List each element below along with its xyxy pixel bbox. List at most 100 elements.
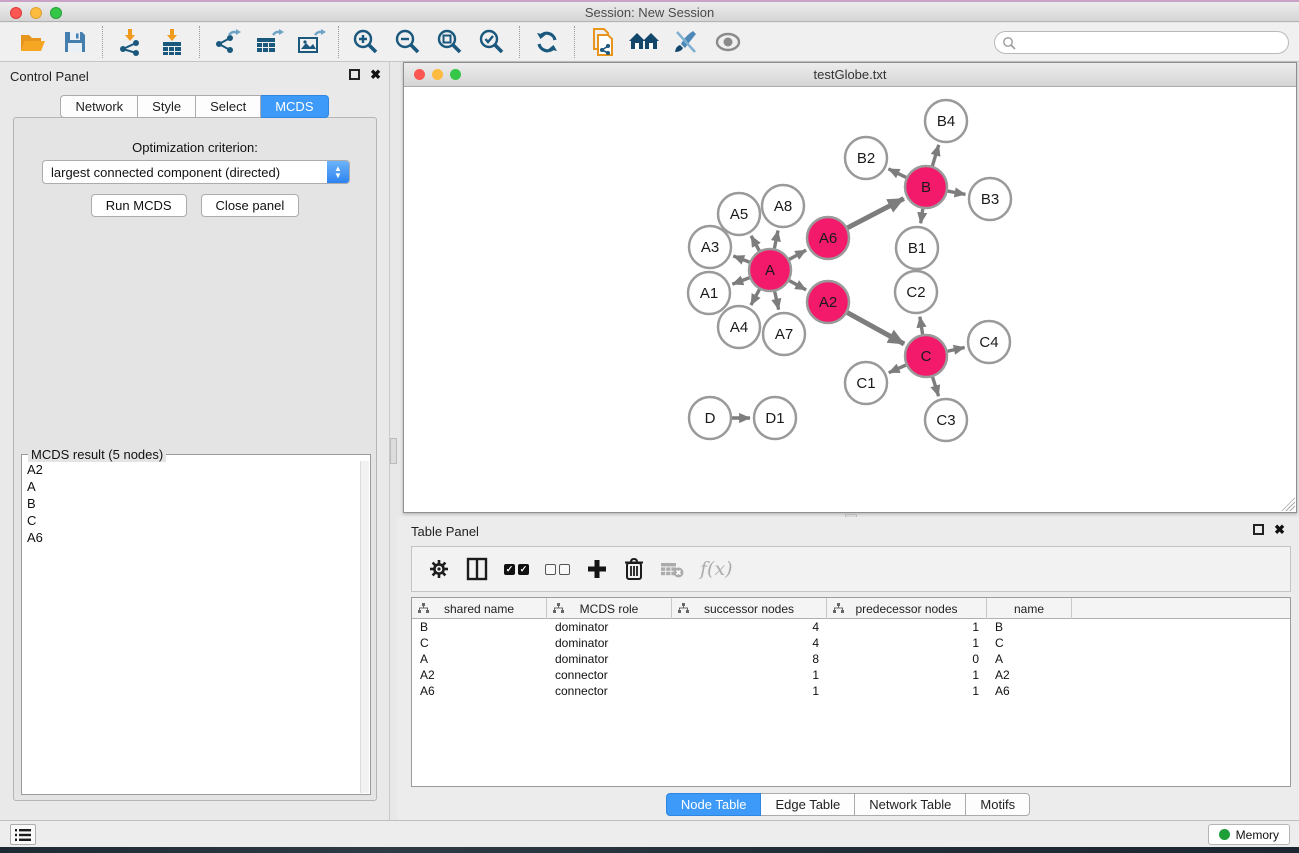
table-cell[interactable]: connector (547, 667, 672, 683)
zoom-fit-icon[interactable] (432, 25, 468, 59)
table-cell[interactable]: 1 (672, 667, 827, 683)
export-image-icon[interactable] (293, 25, 329, 59)
graph-edge-B-B4[interactable] (932, 145, 938, 166)
graph-node-A3[interactable]: A3 (689, 226, 731, 268)
graph-node-B3[interactable]: B3 (969, 178, 1011, 220)
run-mcds-button[interactable]: Run MCDS (91, 194, 187, 217)
table-cell[interactable]: 1 (827, 683, 987, 699)
table-cell[interactable]: A6 (987, 683, 1072, 699)
table-row[interactable]: Adominator80A (412, 651, 1290, 667)
graph-edge-B-B3[interactable] (948, 191, 966, 194)
graph-edge-A2-C[interactable] (847, 313, 904, 344)
table-cell[interactable]: 1 (672, 683, 827, 699)
table-row[interactable]: Cdominator41C (412, 635, 1290, 651)
open-file-icon[interactable] (15, 25, 51, 59)
column-header-successor-nodes[interactable]: successor nodes (672, 598, 827, 619)
node-table[interactable]: shared nameMCDS rolesuccessor nodesprede… (411, 597, 1291, 787)
table-cell[interactable]: A (987, 651, 1072, 667)
graph-node-B4[interactable]: B4 (925, 100, 967, 142)
graph-node-B2[interactable]: B2 (845, 137, 887, 179)
graph-edge-A-A2[interactable] (789, 281, 806, 290)
table-cell[interactable]: 4 (672, 635, 827, 651)
column-header-MCDS-role[interactable]: MCDS role (547, 598, 672, 619)
zoom-out-icon[interactable] (390, 25, 426, 59)
float-panel-icon[interactable] (349, 69, 360, 80)
split-columns-icon[interactable] (466, 552, 488, 586)
tab-network-table[interactable]: Network Table (855, 793, 966, 816)
home-network-icon[interactable] (626, 25, 662, 59)
resize-grip-icon[interactable] (1281, 497, 1295, 511)
graph-node-C1[interactable]: C1 (845, 362, 887, 404)
criterion-dropdown[interactable]: largest connected component (directed) ▲… (42, 160, 350, 184)
memory-button[interactable]: Memory (1208, 824, 1290, 845)
vertical-divider-handle[interactable] (390, 438, 397, 464)
network-graph-canvas[interactable]: B4B2BB3A8A5A6A3B1AA1C2A2A4A7C4CC1DD1C3 (404, 88, 1296, 512)
close-panel-icon[interactable]: ✖ (370, 69, 381, 80)
delete-column-trash-icon[interactable] (624, 552, 644, 586)
table-cell[interactable]: dominator (547, 635, 672, 651)
graph-node-C3[interactable]: C3 (925, 399, 967, 441)
graph-edge-C-C2[interactable] (920, 317, 923, 335)
network-window-titlebar[interactable]: testGlobe.txt (404, 63, 1296, 87)
column-header-shared-name[interactable]: shared name (412, 598, 547, 619)
table-cell[interactable]: C (987, 635, 1072, 651)
tab-network[interactable]: Network (60, 95, 138, 118)
tab-edge-table[interactable]: Edge Table (761, 793, 855, 816)
graph-edge-C-C4[interactable] (947, 347, 964, 351)
tab-mcds[interactable]: MCDS (261, 95, 328, 118)
graph-node-A8[interactable]: A8 (762, 185, 804, 227)
column-header-name[interactable]: name (987, 598, 1072, 619)
graph-edge-A-A1[interactable] (732, 278, 749, 284)
table-row[interactable]: A6connector11A6 (412, 683, 1290, 699)
result-item[interactable]: B (23, 495, 360, 512)
table-cell[interactable]: dominator (547, 619, 672, 635)
table-cell[interactable]: connector (547, 683, 672, 699)
graph-node-D1[interactable]: D1 (754, 397, 796, 439)
graph-edge-A-A3[interactable] (733, 256, 749, 262)
tab-select[interactable]: Select (196, 95, 261, 118)
mcds-result-list[interactable]: A2ABCA6 (23, 461, 360, 793)
graph-node-C2[interactable]: C2 (895, 271, 937, 313)
table-cell[interactable]: 1 (827, 619, 987, 635)
table-cell[interactable]: B (412, 619, 547, 635)
table-row[interactable]: Bdominator41B (412, 619, 1290, 635)
close-panel-icon[interactable]: ✖ (1274, 524, 1285, 535)
graph-node-B1[interactable]: B1 (896, 227, 938, 269)
tab-node-table[interactable]: Node Table (666, 793, 762, 816)
graph-node-A7[interactable]: A7 (763, 313, 805, 355)
table-cell[interactable]: 1 (827, 635, 987, 651)
graph-edge-B-B2[interactable] (889, 169, 907, 178)
table-cell[interactable]: A2 (987, 667, 1072, 683)
float-panel-icon[interactable] (1253, 524, 1264, 535)
table-row[interactable]: A2connector11A2 (412, 667, 1290, 683)
export-table-icon[interactable] (251, 25, 287, 59)
table-cell[interactable]: A6 (412, 683, 547, 699)
tab-style[interactable]: Style (138, 95, 196, 118)
graph-edge-C-C3[interactable] (933, 377, 939, 396)
task-history-button[interactable] (10, 824, 36, 845)
graph-node-B[interactable]: B (905, 166, 947, 208)
table-cell[interactable]: A2 (412, 667, 547, 683)
table-cell[interactable]: dominator (547, 651, 672, 667)
graph-edge-A-A4[interactable] (751, 289, 760, 305)
result-item[interactable]: C (23, 512, 360, 529)
close-panel-button[interactable]: Close panel (201, 194, 300, 217)
table-cell[interactable]: 1 (827, 667, 987, 683)
table-cell[interactable]: 4 (672, 619, 827, 635)
column-header-predecessor-nodes[interactable]: predecessor nodes (827, 598, 987, 619)
graph-node-C4[interactable]: C4 (968, 321, 1010, 363)
style-brush-icon[interactable] (668, 25, 704, 59)
add-column-icon[interactable] (586, 552, 608, 586)
show-graphics-icon[interactable] (710, 25, 746, 59)
table-settings-gear-icon[interactable] (428, 552, 450, 586)
zoom-in-icon[interactable] (348, 25, 384, 59)
graph-node-C[interactable]: C (905, 335, 947, 377)
export-network-icon[interactable] (209, 25, 245, 59)
graph-edge-C-C1[interactable] (889, 365, 906, 373)
graph-node-A1[interactable]: A1 (688, 272, 730, 314)
table-cell[interactable]: B (987, 619, 1072, 635)
zoom-selected-icon[interactable] (474, 25, 510, 59)
search-box[interactable] (994, 31, 1289, 54)
result-scrollbar[interactable] (360, 461, 369, 793)
graph-node-A2[interactable]: A2 (807, 281, 849, 323)
